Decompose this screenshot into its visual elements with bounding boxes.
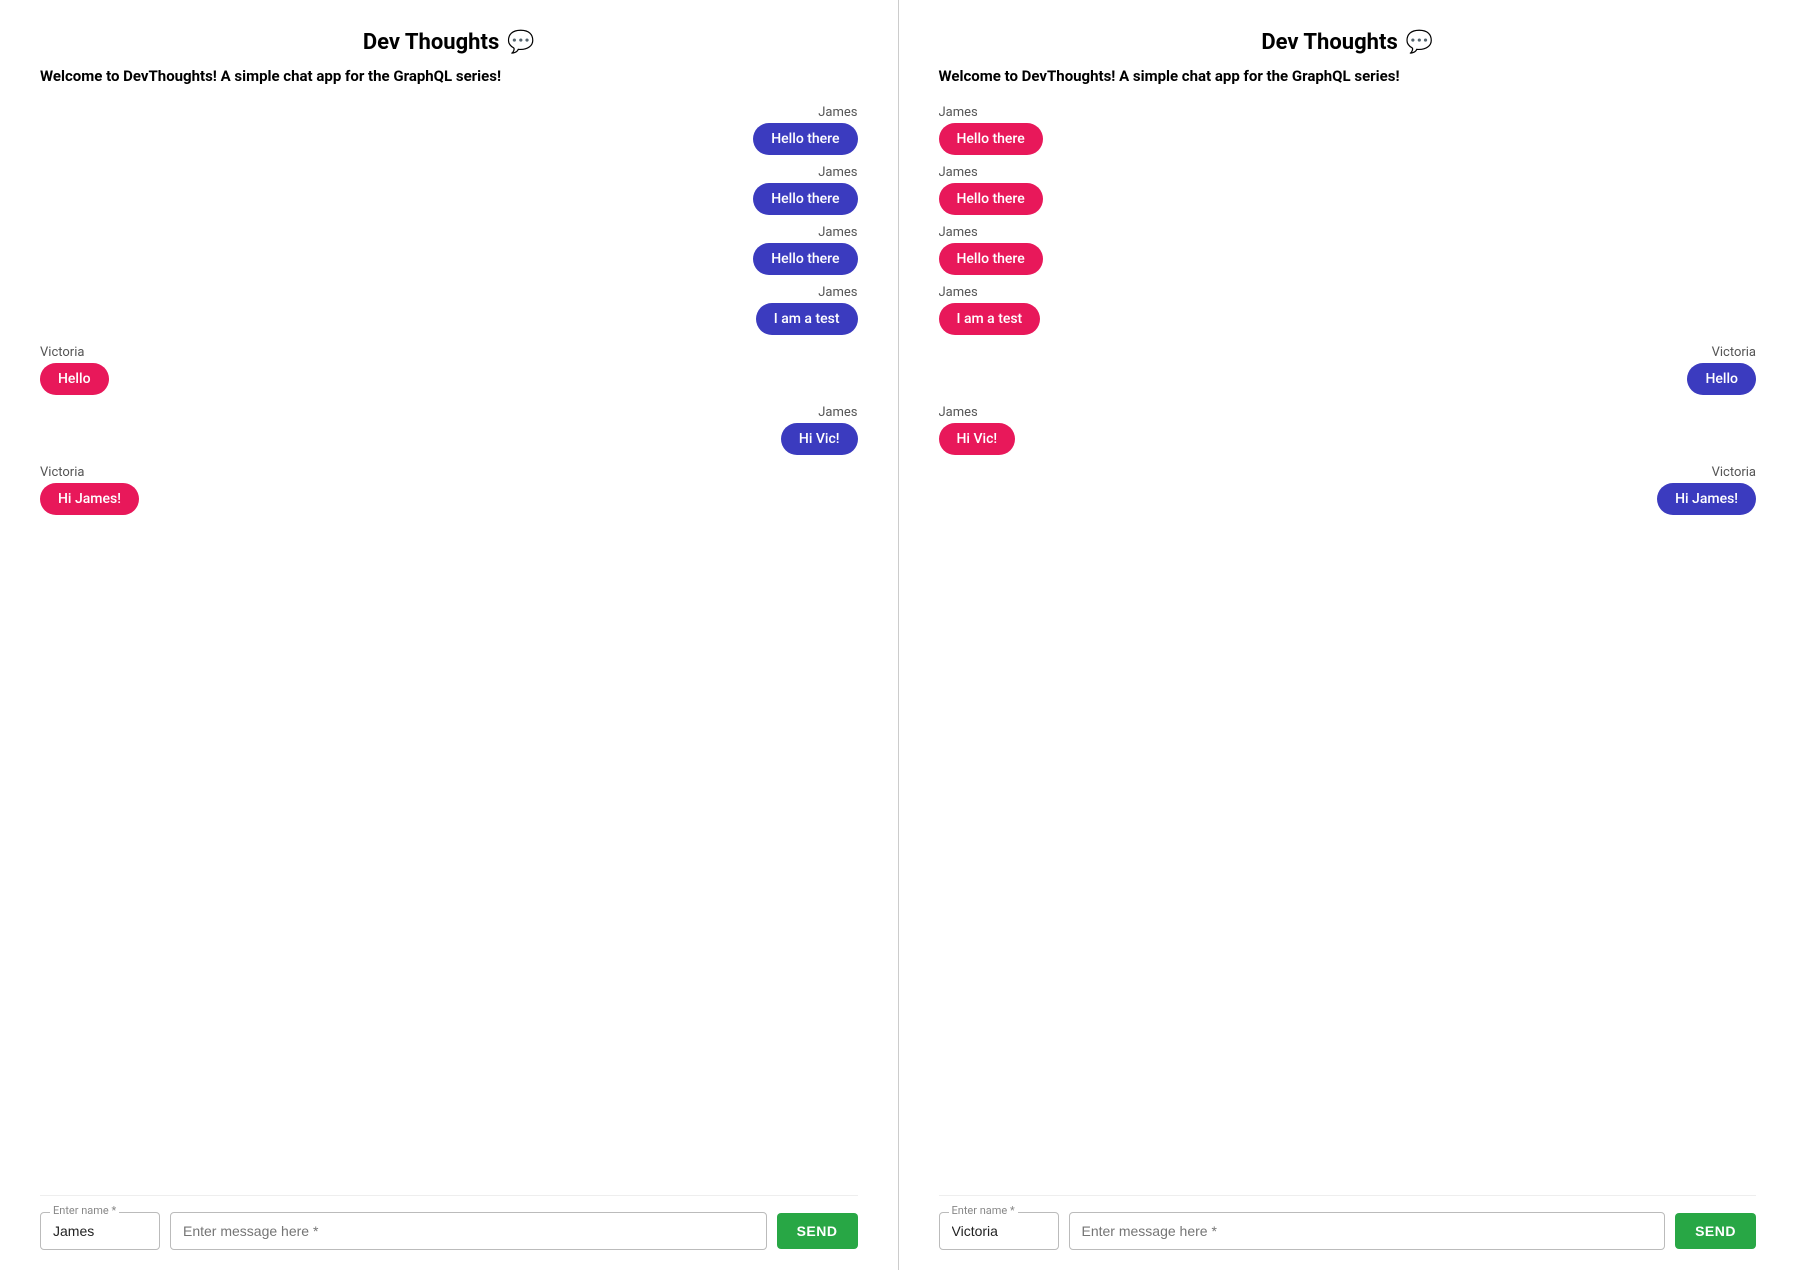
message-group: James Hi Vic!	[939, 405, 1757, 455]
sender-name: James	[818, 405, 857, 420]
sender-name: Victoria	[40, 465, 84, 480]
input-row: Enter name * SEND	[40, 1195, 858, 1250]
sender-name: Victoria	[40, 345, 84, 360]
name-field-wrapper: Enter name *	[939, 1212, 1059, 1250]
app-title: Dev Thoughts 💬	[939, 30, 1757, 55]
messages-area: James Hello there James Hello there James Hel…	[939, 105, 1757, 1175]
send-button[interactable]: SEND	[1675, 1213, 1756, 1249]
message-bubble: Hello there	[753, 123, 857, 155]
sender-name: Victoria	[1712, 465, 1756, 480]
message-bubble: Hi James!	[1657, 483, 1756, 515]
message-bubble: Hi Vic!	[781, 423, 858, 455]
name-input[interactable]	[40, 1212, 160, 1250]
message-bubble: Hello	[1687, 363, 1756, 395]
app-title: Dev Thoughts 💬	[40, 30, 858, 55]
sender-name: James	[939, 225, 978, 240]
input-row: Enter name * SEND	[939, 1195, 1757, 1250]
name-field-label: Enter name *	[949, 1204, 1018, 1217]
message-group: James Hi Vic!	[40, 405, 858, 455]
welcome-text: Welcome to DevThoughts! A simple chat ap…	[939, 67, 1757, 85]
message-group: James I am a test	[40, 285, 858, 335]
message-input[interactable]	[170, 1212, 767, 1250]
sender-name: James	[818, 105, 857, 120]
message-input[interactable]	[1069, 1212, 1666, 1250]
sender-name: Victoria	[1712, 345, 1756, 360]
name-input[interactable]	[939, 1212, 1059, 1250]
send-button[interactable]: SEND	[777, 1213, 858, 1249]
message-group: Victoria Hello	[939, 345, 1757, 395]
sender-name: James	[939, 165, 978, 180]
message-bubble: Hi Vic!	[939, 423, 1016, 455]
chat-icon: 💬	[507, 30, 534, 55]
message-bubble: I am a test	[939, 303, 1041, 335]
message-bubble: I am a test	[756, 303, 858, 335]
message-group: James I am a test	[939, 285, 1757, 335]
message-group: James Hello there	[939, 225, 1757, 275]
welcome-text: Welcome to DevThoughts! A simple chat ap…	[40, 67, 858, 85]
message-group: Victoria Hi James!	[939, 465, 1757, 515]
title-text: Dev Thoughts	[1261, 30, 1397, 55]
name-field-label: Enter name *	[50, 1204, 119, 1217]
message-group: Victoria Hello	[40, 345, 858, 395]
message-group: James Hello there	[939, 165, 1757, 215]
messages-area: James Hello there James Hello there James Hel…	[40, 105, 858, 1175]
message-bubble: Hello there	[753, 243, 857, 275]
message-bubble: Hi James!	[40, 483, 139, 515]
message-bubble: Hello there	[939, 243, 1043, 275]
name-field-wrapper: Enter name *	[40, 1212, 160, 1250]
message-bubble: Hello there	[939, 183, 1043, 215]
message-bubble: Hello there	[939, 123, 1043, 155]
sender-name: James	[818, 225, 857, 240]
sender-name: James	[818, 285, 857, 300]
panel-right: Dev Thoughts 💬 Welcome to DevThoughts! A s…	[899, 0, 1796, 1270]
message-group: James Hello there	[40, 225, 858, 275]
sender-name: James	[939, 105, 978, 120]
message-group: Victoria Hi James!	[40, 465, 858, 515]
panel-left: Dev Thoughts 💬 Welcome to DevThoughts! A s…	[0, 0, 899, 1270]
message-bubble: Hello there	[753, 183, 857, 215]
message-group: James Hello there	[939, 105, 1757, 155]
message-bubble: Hello	[40, 363, 109, 395]
sender-name: James	[818, 165, 857, 180]
sender-name: James	[939, 285, 978, 300]
sender-name: James	[939, 405, 978, 420]
chat-icon: 💬	[1406, 30, 1433, 55]
message-group: James Hello there	[40, 105, 858, 155]
message-group: James Hello there	[40, 165, 858, 215]
title-text: Dev Thoughts	[363, 30, 499, 55]
